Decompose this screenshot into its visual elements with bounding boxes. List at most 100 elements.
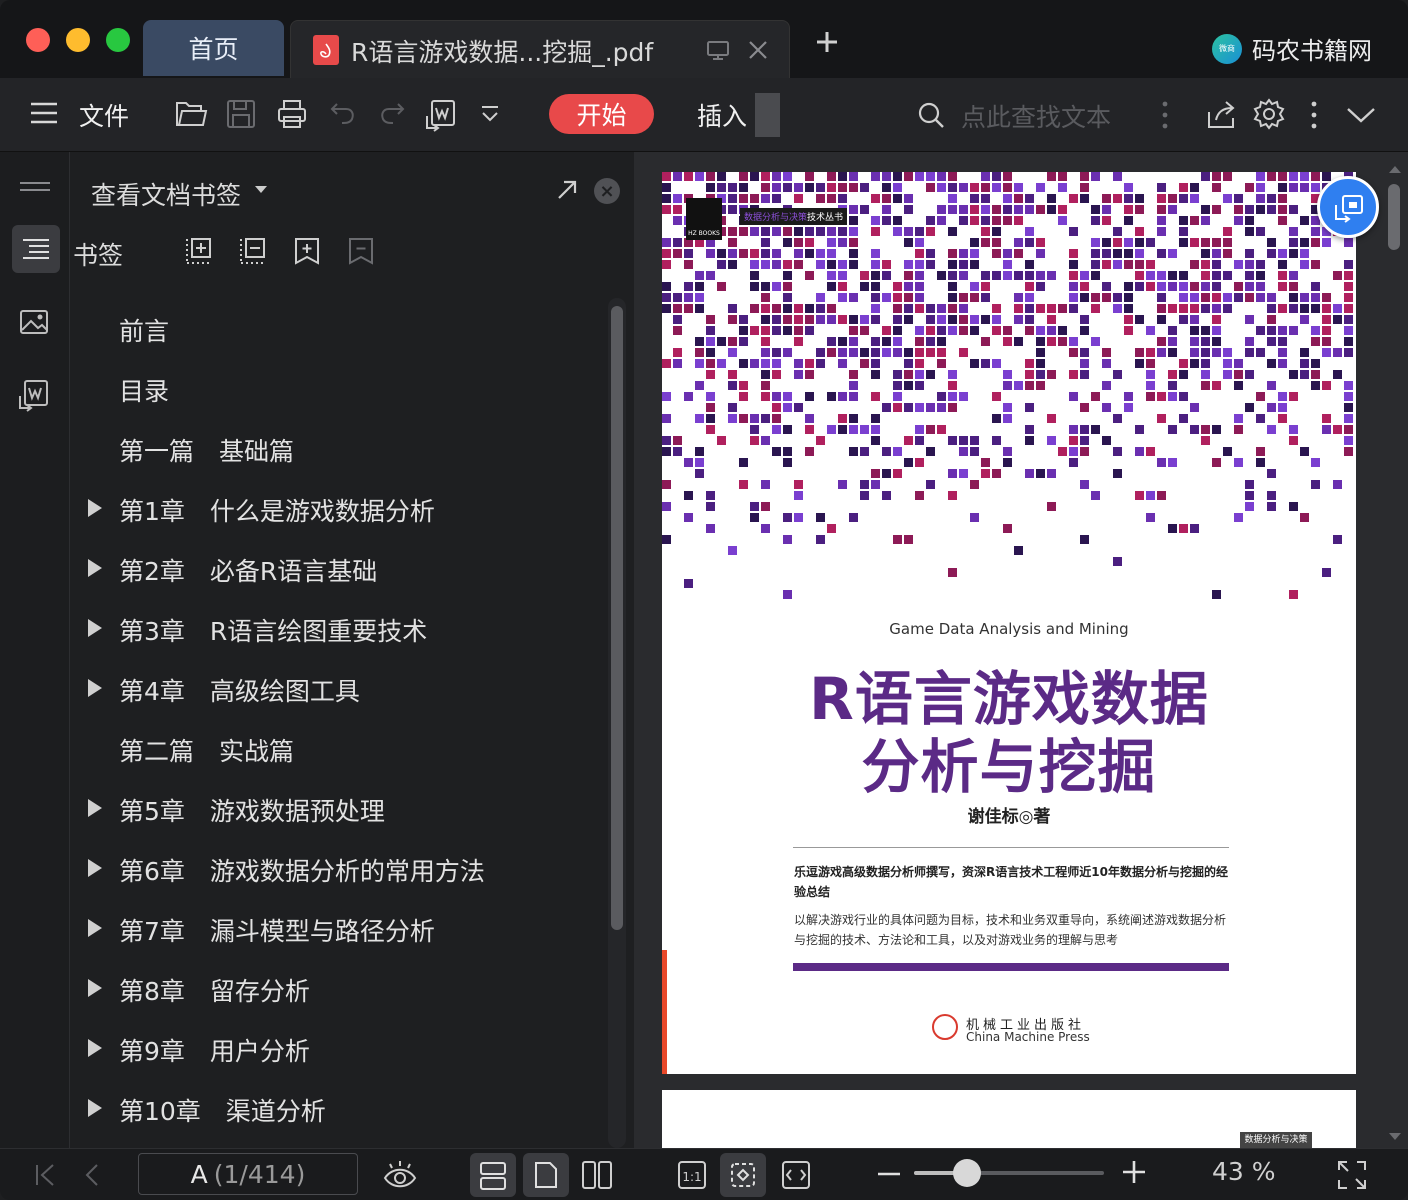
single-page-button[interactable] (523, 1153, 569, 1197)
collapse-all-icon[interactable] (238, 236, 268, 270)
fullscreen-icon[interactable] (1336, 1159, 1368, 1195)
zoom-slider[interactable] (914, 1171, 1104, 1175)
floating-convert-button[interactable] (1317, 176, 1379, 238)
bookmark-item[interactable]: 第8章 留存分析 (71, 958, 601, 1018)
collapse-toolbar-chevron-icon[interactable] (1345, 104, 1377, 130)
bookmark-item[interactable]: 第4章 高级绘图工具 (71, 658, 601, 718)
bookmark-item[interactable]: 前言 (71, 298, 601, 358)
bookmark-item[interactable]: 第二篇 实战篇 (71, 718, 601, 778)
new-tab-icon[interactable] (813, 28, 841, 60)
bookmarks-panel-button[interactable] (12, 225, 60, 273)
bookmark-scrollbar-thumb[interactable] (611, 306, 623, 930)
expand-arrow-icon[interactable] (88, 499, 102, 517)
cover-series-label: 数据分析与决策技术丛书 (740, 208, 848, 225)
cover-accent-bar (793, 963, 1229, 971)
fit-page-button[interactable] (720, 1153, 766, 1197)
expand-arrow-icon[interactable] (88, 1099, 102, 1117)
search-icon[interactable] (916, 100, 946, 134)
minimize-window-button[interactable] (66, 28, 90, 52)
save-icon[interactable] (225, 98, 257, 134)
zoom-in-icon[interactable] (1121, 1159, 1147, 1189)
toolbar-overflow-button[interactable] (755, 93, 780, 137)
cover-english-title: Game Data Analysis and Mining (889, 620, 1129, 638)
expand-arrow-icon[interactable] (88, 1039, 102, 1057)
viewer-scrollbar[interactable] (1384, 164, 1406, 1144)
bookmark-item[interactable]: 第3章 R语言绘图重要技术 (71, 598, 601, 658)
zoom-percentage[interactable]: 43 % (1212, 1157, 1276, 1186)
eye-protection-icon[interactable] (382, 1159, 418, 1195)
bookmark-item[interactable]: 第1章 什么是游戏数据分析 (71, 478, 601, 538)
close-tab-icon[interactable] (745, 37, 771, 67)
convert-word-icon[interactable] (17, 378, 51, 416)
tab-insert[interactable]: 插入 (697, 97, 747, 133)
expand-arrow-icon[interactable] (88, 859, 102, 877)
expand-arrow-icon[interactable] (88, 799, 102, 817)
settings-gear-icon[interactable] (1253, 98, 1285, 134)
previous-page-icon[interactable] (84, 1163, 100, 1191)
print-icon[interactable] (276, 98, 308, 134)
bookmark-item[interactable]: 第6章 游戏数据分析的常用方法 (71, 838, 601, 898)
bookmark-label: 第2章 必备R语言基础 (119, 557, 378, 586)
add-bookmark-icon[interactable] (292, 236, 322, 270)
close-window-button[interactable] (26, 28, 50, 52)
bookmark-item[interactable]: 第一篇 基础篇 (71, 418, 601, 478)
search-input[interactable]: 点此查找文本 (961, 98, 1111, 134)
file-menu[interactable]: 文件 (79, 97, 129, 133)
redo-icon[interactable] (377, 98, 407, 132)
viewer-scrollbar-thumb[interactable] (1388, 184, 1400, 250)
bookmark-item[interactable]: 目录 (71, 358, 601, 418)
pdf-page-2[interactable]: 数据分析与决策 (662, 1090, 1356, 1148)
cover-series-suffix: 技术丛书 (807, 213, 844, 223)
first-page-icon[interactable] (34, 1163, 56, 1191)
open-folder-icon[interactable] (174, 98, 208, 134)
zoom-slider-handle[interactable] (953, 1159, 982, 1187)
document-viewer[interactable]: HZ BOOKS 数据分析与决策技术丛书 Game Data Analysis … (634, 152, 1408, 1148)
bookmark-item[interactable]: 第7章 漏斗模型与路径分析 (71, 898, 601, 958)
collapse-panel-icon[interactable] (19, 178, 51, 197)
cover-pixel-pattern (662, 172, 1353, 599)
bookmark-item[interactable]: 第2章 必备R语言基础 (71, 538, 601, 598)
hamburger-menu-icon[interactable] (29, 100, 59, 130)
undo-icon[interactable] (328, 98, 358, 132)
delete-bookmark-icon[interactable] (346, 236, 376, 270)
bookmark-item[interactable]: 第10章 渠道分析 (71, 1078, 601, 1138)
desktop-icon[interactable] (705, 37, 731, 67)
bookmark-label: 第8章 留存分析 (119, 977, 310, 1006)
zoom-out-icon[interactable] (876, 1161, 902, 1191)
tab-document[interactable]: R语言游戏数据...挖掘_.pdf (290, 20, 790, 78)
actual-size-icon[interactable]: 1:1 (677, 1159, 707, 1195)
bookmark-scrollbar[interactable] (608, 298, 626, 1148)
tab-start[interactable]: 开始 (549, 94, 654, 134)
share-icon[interactable] (1206, 98, 1238, 134)
bookmark-label: 第4章 高级绘图工具 (119, 677, 360, 706)
expand-arrow-icon[interactable] (88, 619, 102, 637)
bookmark-item[interactable]: 第5章 游戏数据预处理 (71, 778, 601, 838)
panel-title[interactable]: 查看文档书签 (91, 176, 241, 212)
panel-title-dropdown-icon[interactable] (255, 186, 267, 193)
expand-arrow-icon[interactable] (88, 679, 102, 697)
bookmark-label: 第3章 R语言绘图重要技术 (119, 617, 428, 646)
thumbnails-image-icon[interactable] (19, 308, 49, 340)
fit-width-icon[interactable] (781, 1159, 811, 1195)
toolbar-dropdown-icon[interactable] (478, 104, 502, 130)
pdf-to-word-icon[interactable] (424, 98, 458, 136)
two-page-icon[interactable] (581, 1159, 613, 1195)
expand-all-icon[interactable] (184, 236, 214, 270)
hz-logo-text: HZ BOOKS (688, 230, 720, 237)
bookmark-label: 目录 (119, 377, 170, 406)
expand-arrow-icon[interactable] (88, 559, 102, 577)
page-indicator[interactable]: A (1/414) (138, 1153, 358, 1195)
expand-arrow-icon[interactable] (88, 979, 102, 997)
close-panel-icon[interactable]: × (594, 178, 620, 204)
scroll-down-arrow-icon[interactable] (1387, 1132, 1403, 1142)
kebab-menu-icon[interactable] (1308, 100, 1320, 134)
undock-panel-icon[interactable] (555, 178, 579, 206)
bookmark-item[interactable]: 第9章 用户分析 (71, 1018, 601, 1078)
zoom-window-button[interactable] (106, 28, 130, 52)
continuous-scroll-button[interactable] (470, 1153, 516, 1197)
more-options-icon[interactable] (1159, 100, 1171, 134)
pdf-page-1[interactable]: HZ BOOKS 数据分析与决策技术丛书 Game Data Analysis … (662, 172, 1356, 1074)
expand-arrow-icon[interactable] (88, 919, 102, 937)
scroll-up-arrow-icon[interactable] (1387, 164, 1403, 174)
tab-home[interactable]: 首页 (143, 20, 284, 76)
